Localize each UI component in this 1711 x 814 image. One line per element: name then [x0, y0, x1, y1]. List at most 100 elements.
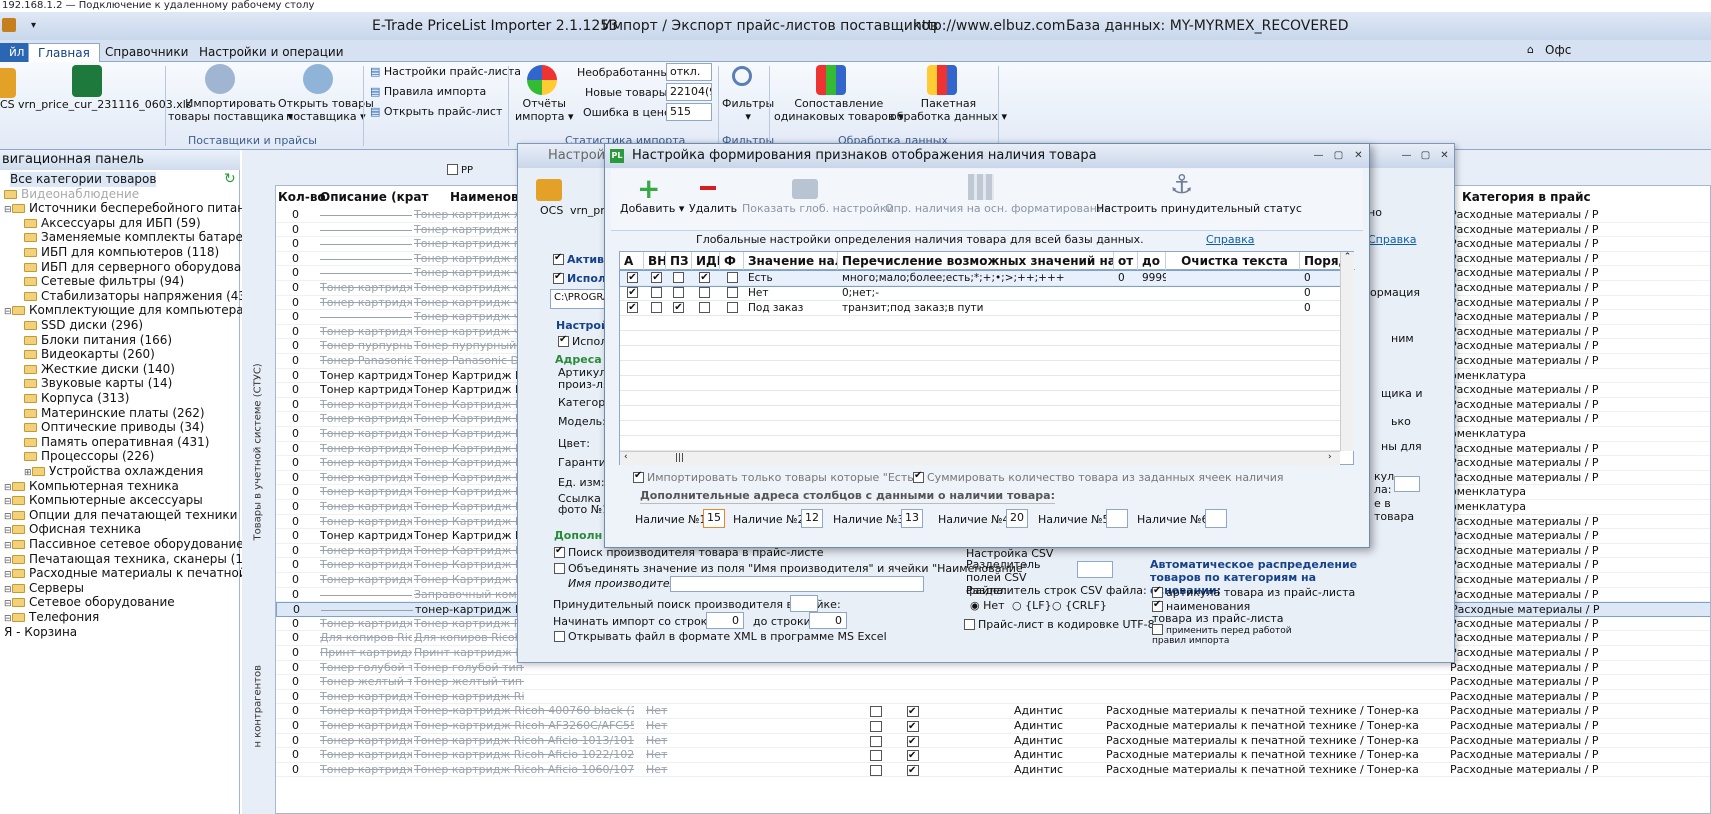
avail-col-header[interactable]: ВН	[644, 252, 666, 270]
reports-button[interactable]: Отчёты импорта ▾	[515, 97, 574, 123]
open-goods-button[interactable]: Открыть товары поставщика ▾	[278, 97, 374, 123]
csv-field-input[interactable]	[1077, 561, 1113, 578]
avail-col-header[interactable]: Значение наличи	[744, 252, 838, 270]
tree-item[interactable]: Сетевые фильтры (94)	[24, 274, 184, 289]
avail-checkbox[interactable]: ✔	[673, 302, 684, 313]
filters-button[interactable]: Фильтры ▾	[722, 97, 774, 123]
reports-icon[interactable]	[527, 65, 557, 95]
scroll-up-icon[interactable]: ⌃	[1344, 252, 1352, 262]
scroll-right-icon[interactable]: ›	[1328, 452, 1332, 462]
scroll-left-icon[interactable]: ‹	[624, 452, 628, 462]
tree-item[interactable]: SSD диски (296)	[24, 318, 143, 333]
avail-field-6[interactable]	[1205, 509, 1227, 528]
format-detect-button[interactable]: Опр. наличия на осн. форматирования	[885, 202, 1111, 215]
avail-checkbox[interactable]	[699, 287, 710, 298]
avail-checkbox[interactable]	[673, 272, 684, 283]
checkbox[interactable]: ✔	[907, 735, 919, 747]
auto-opt-article[interactable]: артикула товара из прайс-листа	[1152, 585, 1355, 599]
tree-item[interactable]: Процессоры (226)	[24, 449, 154, 464]
merge-checkbox[interactable]: Объединять значение из поля "Имя произво…	[554, 562, 1028, 575]
format-icon[interactable]	[968, 174, 994, 200]
expand-icon[interactable]: ⊟	[4, 203, 12, 218]
tree-item[interactable]: Звуковые карты (14)	[24, 376, 172, 391]
ocs-label[interactable]: OCS	[540, 204, 563, 217]
csv-opt-none[interactable]: ◉ Нет	[970, 599, 1005, 612]
avail-col-header[interactable]: Поряд	[1300, 252, 1345, 270]
tab-references[interactable]: Справочники	[96, 43, 197, 62]
avail-row[interactable]: ✔ ✔ Под заказ транзит;под заказ;в пути 0	[620, 301, 1340, 316]
avail-checkbox[interactable]: ✔	[627, 272, 638, 283]
avail-row[interactable]: ✔ ✔ ✔ Есть много;мало;более;есть;*;+;•;>;++;…	[619, 270, 1341, 287]
checkbox[interactable]: ✔	[907, 750, 919, 762]
avail-field-4[interactable]: 20	[1006, 509, 1028, 528]
tree-item[interactable]: Блоки питания (166)	[24, 333, 172, 348]
tree-item[interactable]: Память оперативная (431)	[24, 435, 209, 450]
anchor-icon[interactable]: ⚓	[1170, 171, 1193, 199]
open-pl-button[interactable]: ▤ Открыть прайс-лист	[370, 105, 502, 118]
prev-file-icon[interactable]	[0, 68, 16, 98]
collapse-ribbon-icon[interactable]: ⌂	[1527, 43, 1534, 56]
avail-checkbox[interactable]	[727, 287, 738, 298]
avail-field-3[interactable]: 13	[901, 509, 923, 528]
compare-button[interactable]: Сопоставление одинаковых товаров ▾	[774, 97, 904, 123]
hscroll[interactable]: ||| ‹ ›	[620, 451, 1340, 465]
avail-col-header[interactable]: Очистка текста	[1166, 252, 1300, 270]
auto-opt-name[interactable]: наименования товара из прайс-листа	[1152, 599, 1292, 625]
checkbox[interactable]: ✔	[907, 764, 919, 776]
import-goods-icon[interactable]	[205, 64, 235, 94]
minimize-icon[interactable]: —	[1400, 150, 1413, 161]
avail-checkbox[interactable]	[699, 302, 710, 313]
compare-icon[interactable]	[816, 65, 846, 95]
auto-opt-rules[interactable]: применить перед работой правил импорта	[1152, 624, 1312, 646]
excel-file-icon[interactable]	[72, 65, 102, 97]
tree-item[interactable]: Аксессуары для ИБП (59)	[24, 216, 201, 231]
tree-item[interactable]: Корпуса (313)	[24, 391, 129, 406]
show-global-button[interactable]: Показать глоб. настройки	[742, 202, 894, 215]
force-field[interactable]	[790, 595, 818, 612]
delete-button[interactable]: Удалить	[689, 202, 737, 215]
expand-icon[interactable]: ⊟	[4, 305, 12, 320]
avail-col-header[interactable]: ИДН	[692, 252, 720, 270]
tree-item[interactable]: Заменяемые комплекты батарей	[24, 230, 251, 245]
avail-checkbox[interactable]	[651, 287, 662, 298]
table-row[interactable]: 0 Тонер картридж RiТонер картридж Ricoh A…	[276, 734, 1710, 749]
avail-checkbox[interactable]: ✔	[627, 287, 638, 298]
tree-item[interactable]: ИБП для серверного оборудовани	[24, 260, 257, 275]
avail-field-1[interactable]: 15	[703, 509, 725, 528]
minimize-icon[interactable]: —	[1312, 150, 1325, 161]
col-category[interactable]: Категория в прайс	[1462, 190, 1591, 204]
avail-col-header[interactable]: Ф	[720, 252, 744, 270]
force-status-button[interactable]: Настроить принудительный статус	[1096, 202, 1302, 215]
avail-checkbox[interactable]	[727, 272, 738, 283]
start-row-field[interactable]: 0	[706, 612, 744, 629]
avail-row[interactable]: ✔ Нет 0;нет;- 0	[620, 286, 1340, 301]
col-desc[interactable]: Описание (крат	[320, 190, 428, 204]
avail-checkbox[interactable]	[651, 302, 662, 313]
table-row[interactable]: 0 Тонер желтый типТонер желтый тип С7 Расх…	[276, 675, 1710, 690]
add-icon[interactable]: +	[637, 175, 660, 203]
tab-main[interactable]: Главная	[28, 43, 100, 62]
close-icon[interactable]: ✕	[1352, 150, 1365, 161]
checkbox[interactable]	[870, 735, 882, 747]
open-goods-icon[interactable]	[303, 64, 333, 94]
csv-opt-lf[interactable]: ○ {LF}	[1012, 599, 1052, 612]
add-button[interactable]: Добавить ▾	[620, 202, 684, 215]
table-row[interactable]: 0 Тонер картридж RiТонер картридж Ricoh A…	[276, 748, 1710, 763]
avail-checkbox[interactable]	[673, 287, 684, 298]
avail-field-5[interactable]	[1106, 509, 1128, 528]
table-row[interactable]: 0 Тонер картридж RiТонер картридж Ricoh Ра…	[276, 690, 1710, 705]
close-icon[interactable]: ✕	[1438, 150, 1451, 161]
prev-file-label[interactable]: CS	[0, 98, 15, 111]
maximize-icon[interactable]: ▢	[1332, 150, 1345, 161]
tree-item[interactable]: Стабилизаторы напряжения (43)	[24, 289, 251, 304]
tree-item[interactable]: Я - Корзина	[4, 625, 77, 640]
avail-col-header[interactable]: Перечисление возможных значений наличия	[838, 252, 1114, 270]
avail-field-2[interactable]: 12	[801, 509, 823, 528]
batch-icon[interactable]	[927, 65, 957, 95]
checkbox[interactable]	[870, 750, 882, 762]
tree-item[interactable]: ИБП для компьютеров (118)	[24, 245, 219, 260]
app-menu-icon[interactable]	[2, 18, 16, 32]
batch-button[interactable]: Пакетная обработка данных ▾	[890, 97, 1007, 123]
table-row[interactable]: 0 Тонер картридж RiТонер-картридж Ricoh A…	[276, 719, 1710, 734]
tree-item[interactable]: Материнские платы (262)	[24, 406, 205, 421]
